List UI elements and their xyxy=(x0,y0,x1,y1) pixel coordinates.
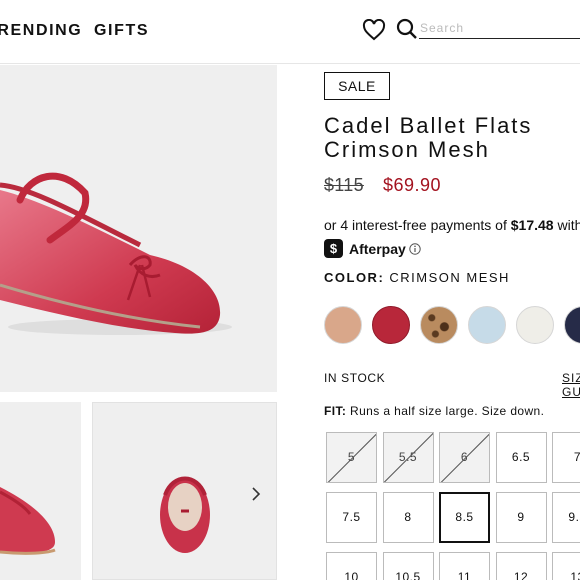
fit-note: FIT: Runs a half size large. Size down. xyxy=(324,404,544,418)
color-swatch-nude[interactable] xyxy=(324,306,362,344)
color-swatch-crimson[interactable] xyxy=(372,306,410,344)
product-title: Cadel Ballet Flats Crimson Mesh xyxy=(324,114,580,162)
sale-badge: SALE xyxy=(324,72,390,100)
size-option[interactable]: 10.5 xyxy=(382,552,434,580)
size-option[interactable]: 5 xyxy=(326,432,377,483)
installment-suffix: with xyxy=(553,217,580,233)
search-icon[interactable] xyxy=(396,18,418,40)
nav-trending[interactable]: TRENDING xyxy=(0,22,82,40)
size-option[interactable]: 9.5 xyxy=(552,492,580,543)
info-icon[interactable] xyxy=(409,243,421,255)
site-header: TRENDING GIFTS xyxy=(0,0,580,64)
color-swatch-leopard[interactable] xyxy=(420,306,458,344)
size-guide-link[interactable]: SIZE GUIDE xyxy=(562,371,580,399)
color-swatch-light-blue[interactable] xyxy=(468,306,506,344)
afterpay-label: Afterpay xyxy=(349,241,406,257)
size-option[interactable]: 12 xyxy=(495,552,547,580)
product-title-line-1: Cadel Ballet Flats xyxy=(324,113,533,138)
color-label-prefix: COLOR: xyxy=(324,270,390,285)
size-option[interactable]: 13 xyxy=(552,552,580,580)
color-swatch-cream[interactable] xyxy=(516,306,554,344)
ballet-flat-image xyxy=(0,172,232,335)
fit-text: Runs a half size large. Size down. xyxy=(346,404,545,418)
product-thumbnail-1[interactable] xyxy=(0,402,81,580)
size-option[interactable]: 10 xyxy=(326,552,377,580)
installment-prefix: or 4 interest-free payments of xyxy=(324,217,511,233)
thumbnail-shoe-side-image xyxy=(0,487,56,555)
color-label: COLOR: CRIMSON MESH xyxy=(324,270,510,285)
stock-status: IN STOCK xyxy=(324,371,386,385)
product-main-image[interactable] xyxy=(0,65,277,392)
nav-gifts[interactable]: GIFTS xyxy=(94,22,149,40)
size-option[interactable]: 8.5 xyxy=(439,492,490,543)
size-option[interactable]: 6.5 xyxy=(495,432,547,483)
product-title-line-2: Crimson Mesh xyxy=(324,137,490,162)
size-option[interactable]: 6 xyxy=(439,432,490,483)
installment-amount: $17.48 xyxy=(510,217,554,233)
sale-price: $69.90 xyxy=(383,175,442,195)
installment-text: or 4 interest-free payments of $17.48 wi… xyxy=(324,217,580,233)
original-price: $115 xyxy=(324,175,364,195)
size-option[interactable]: 8 xyxy=(382,492,434,543)
size-option[interactable]: 9 xyxy=(495,492,547,543)
size-option[interactable]: 5.5 xyxy=(382,432,434,483)
chevron-right-icon[interactable] xyxy=(250,486,262,502)
color-value: CRIMSON MESH xyxy=(389,270,510,285)
size-option[interactable]: 7.5 xyxy=(326,492,377,543)
heart-icon[interactable] xyxy=(362,19,386,41)
color-swatch-navy[interactable] xyxy=(564,306,580,344)
afterpay-logo-icon: $ xyxy=(324,239,343,258)
search-input[interactable] xyxy=(419,18,580,39)
size-option[interactable]: 7 xyxy=(552,432,580,483)
fit-label: FIT: xyxy=(324,404,347,418)
size-option[interactable]: 11 xyxy=(439,552,490,580)
